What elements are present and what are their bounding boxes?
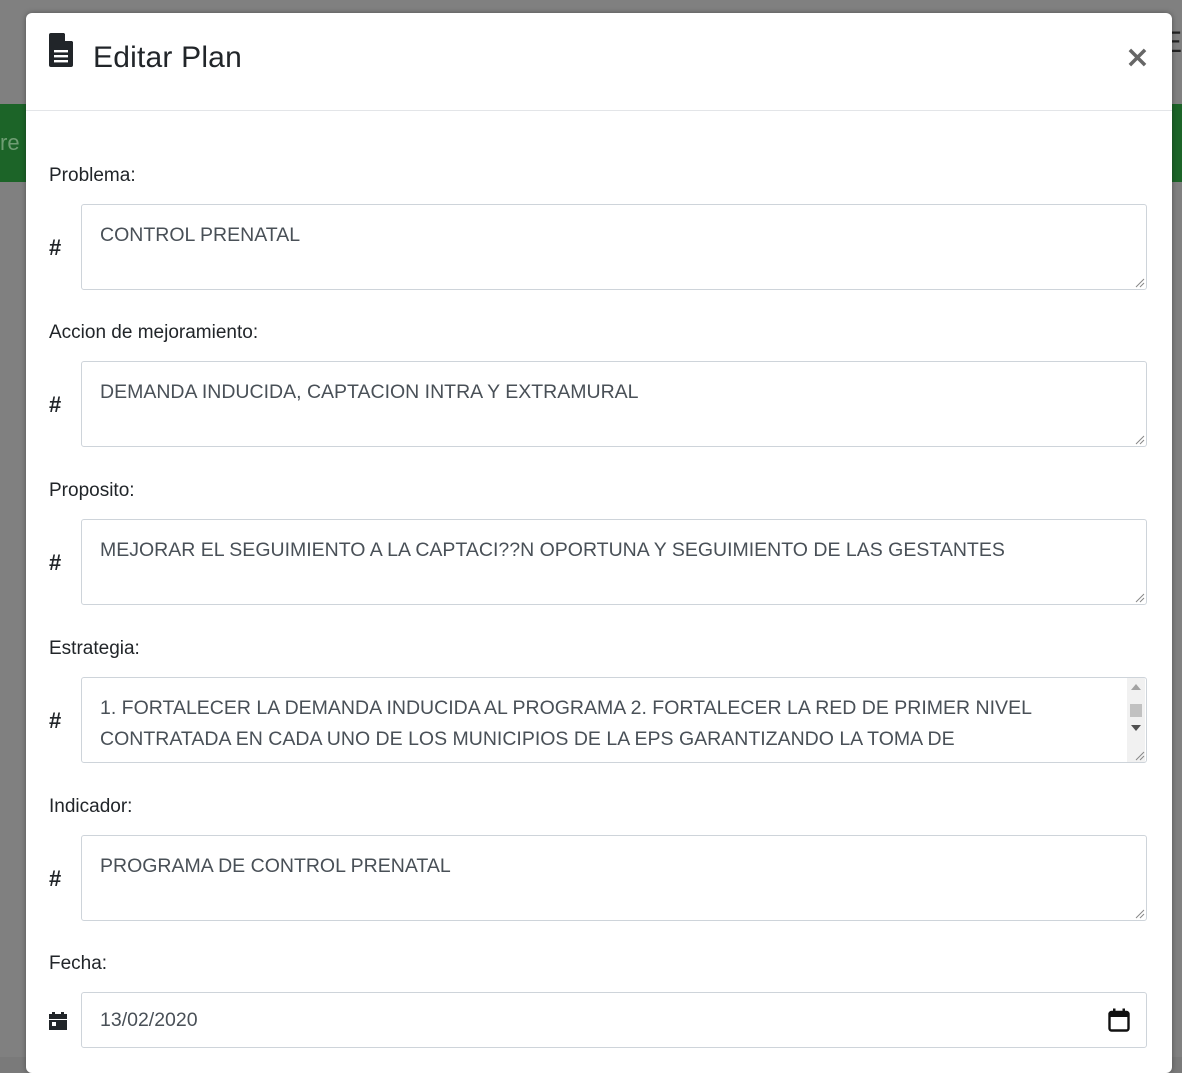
fecha-value: 13/02/2020 <box>100 1008 198 1031</box>
estrategia-field-group: # 1. FORTALECER LA DEMANDA INDUCIDA AL P… <box>49 677 1149 765</box>
problema-label: Problema: <box>49 165 136 186</box>
resize-grip-icon[interactable] <box>1135 593 1145 603</box>
edit-plan-modal: Editar Plan × Problema: # CONTROL PRENAT… <box>26 13 1172 1073</box>
estrategia-textarea[interactable]: 1. FORTALECER LA DEMANDA INDUCIDA AL PRO… <box>81 677 1147 763</box>
hash-icon: # <box>49 550 62 575</box>
fecha-field-group: 13/02/2020 <box>49 992 1149 1050</box>
resize-grip-icon[interactable] <box>1135 278 1145 288</box>
indicador-textarea[interactable]: PROGRAMA DE CONTROL PRENATAL <box>81 835 1147 921</box>
indicador-field-group: # PROGRAMA DE CONTROL PRENATAL <box>49 835 1149 923</box>
modal-title: Editar Plan <box>93 41 242 74</box>
scroll-up-arrow-icon[interactable] <box>1131 684 1141 690</box>
file-document-icon <box>49 33 73 67</box>
proposito-field-group: # MEJORAR EL SEGUIMIENTO A LA CAPTACI??N… <box>49 519 1149 607</box>
proposito-textarea[interactable]: MEJORAR EL SEGUIMIENTO A LA CAPTACI??N O… <box>81 519 1147 605</box>
hash-icon: # <box>49 392 62 417</box>
resize-grip-icon[interactable] <box>1135 435 1145 445</box>
problema-field-group: # CONTROL PRENATAL <box>49 204 1149 292</box>
calendar-icon <box>49 992 79 1050</box>
estrategia-label: Estrategia: <box>49 638 140 659</box>
problema-textarea[interactable]: CONTROL PRENATAL <box>81 204 1147 290</box>
accion-textarea[interactable]: DEMANDA INDUCIDA, CAPTACION INTRA Y EXTR… <box>81 361 1147 447</box>
hash-icon: # <box>49 235 62 260</box>
proposito-label: Proposito: <box>49 480 135 501</box>
close-button[interactable]: × <box>1125 43 1150 73</box>
hash-icon: # <box>49 708 62 733</box>
hash-icon: # <box>49 866 62 891</box>
estrategia-scrollbar[interactable] <box>1127 678 1145 762</box>
calendar-picker-icon[interactable] <box>1108 1008 1130 1032</box>
resize-grip-icon[interactable] <box>1135 751 1145 761</box>
scroll-thumb[interactable] <box>1130 704 1142 717</box>
indicador-label: Indicador: <box>49 796 133 817</box>
resize-grip-icon[interactable] <box>1135 909 1145 919</box>
scroll-down-arrow-icon[interactable] <box>1131 725 1141 731</box>
background-green-text: re <box>0 130 20 155</box>
accion-label: Accion de mejoramiento: <box>49 322 259 343</box>
fecha-label: Fecha: <box>49 953 108 974</box>
fecha-date-input[interactable]: 13/02/2020 <box>81 992 1147 1048</box>
accion-field-group: # DEMANDA INDUCIDA, CAPTACION INTRA Y EX… <box>49 361 1149 449</box>
modal-header: Editar Plan × <box>26 13 1172 111</box>
